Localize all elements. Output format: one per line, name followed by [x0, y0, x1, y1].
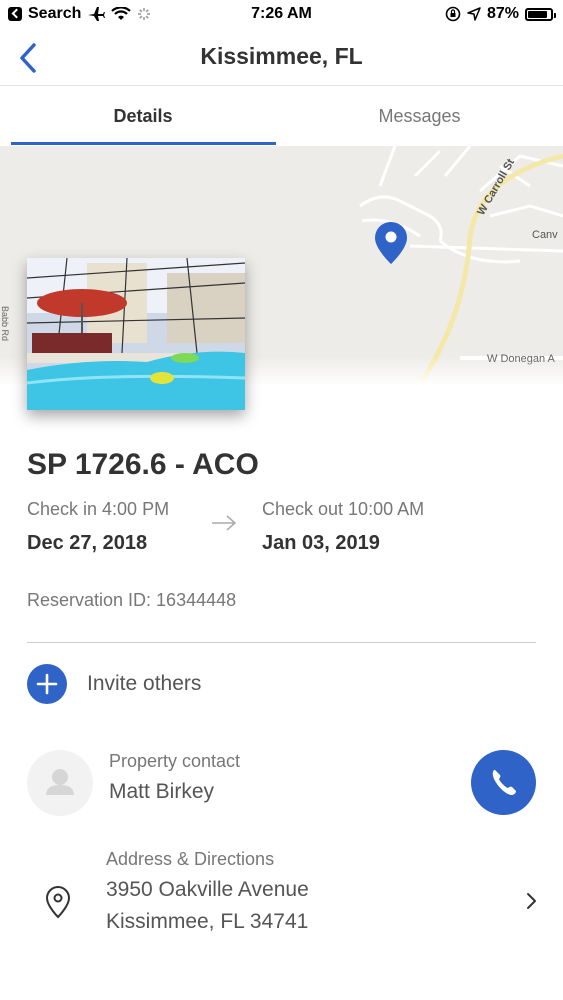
- street-label-babb: Babb Rd: [0, 306, 10, 341]
- location-arrow-icon: [467, 7, 481, 21]
- property-photo[interactable]: [27, 258, 245, 410]
- tab-details[interactable]: Details: [11, 87, 275, 145]
- invite-add-button[interactable]: [27, 664, 67, 704]
- map-pin-icon[interactable]: [373, 220, 409, 266]
- street-label-carroll: W Carroll St: [475, 157, 517, 218]
- plus-icon: [36, 673, 58, 695]
- tab-bar: Details Messages: [0, 87, 563, 145]
- check-out-label: Check out 10:00 AM: [262, 499, 425, 519]
- invite-others-label[interactable]: Invite others: [87, 672, 201, 696]
- nav-divider: [0, 85, 563, 86]
- check-in-date: Dec 27, 2018: [27, 532, 148, 554]
- address-line-2[interactable]: Kissimmee, FL 34741: [106, 910, 308, 934]
- check-in-label: Check in 4:00 PM: [27, 499, 170, 519]
- section-divider: [27, 642, 536, 643]
- chevron-right-icon[interactable]: [524, 891, 538, 911]
- navigation-bar: Kissimmee, FL: [0, 30, 563, 86]
- location-pin-icon: [45, 885, 71, 919]
- status-bar: Search 7:26 AM 87%: [0, 0, 563, 30]
- pool-photo-image: [27, 258, 245, 410]
- battery-fill: [528, 10, 547, 18]
- address-line-1[interactable]: 3950 Oakville Avenue: [106, 878, 309, 902]
- page-title: Kissimmee, FL: [200, 43, 363, 69]
- check-out-date: Jan 03, 2019: [262, 532, 380, 554]
- battery-icon: [525, 7, 556, 21]
- orientation-lock-icon: [445, 6, 461, 22]
- battery-percent: 87%: [486, 5, 519, 22]
- avatar: [27, 750, 93, 816]
- person-icon: [46, 769, 74, 795]
- status-right: 87%: [445, 5, 556, 23]
- property-contact-label: Property contact: [109, 751, 241, 771]
- tab-selected-indicator: [11, 142, 276, 145]
- property-name: SP 1726.6 - ACO: [27, 448, 259, 481]
- tab-messages[interactable]: Messages: [277, 87, 562, 145]
- phone-icon: [492, 769, 516, 795]
- reservation-id: Reservation ID: 16344448: [27, 590, 237, 610]
- property-contact-name: Matt Birkey: [109, 780, 215, 803]
- call-button[interactable]: [471, 750, 536, 815]
- arrow-right-icon: [212, 515, 237, 531]
- address-directions-label[interactable]: Address & Directions: [106, 849, 274, 870]
- street-label-canv: Canv: [532, 229, 558, 241]
